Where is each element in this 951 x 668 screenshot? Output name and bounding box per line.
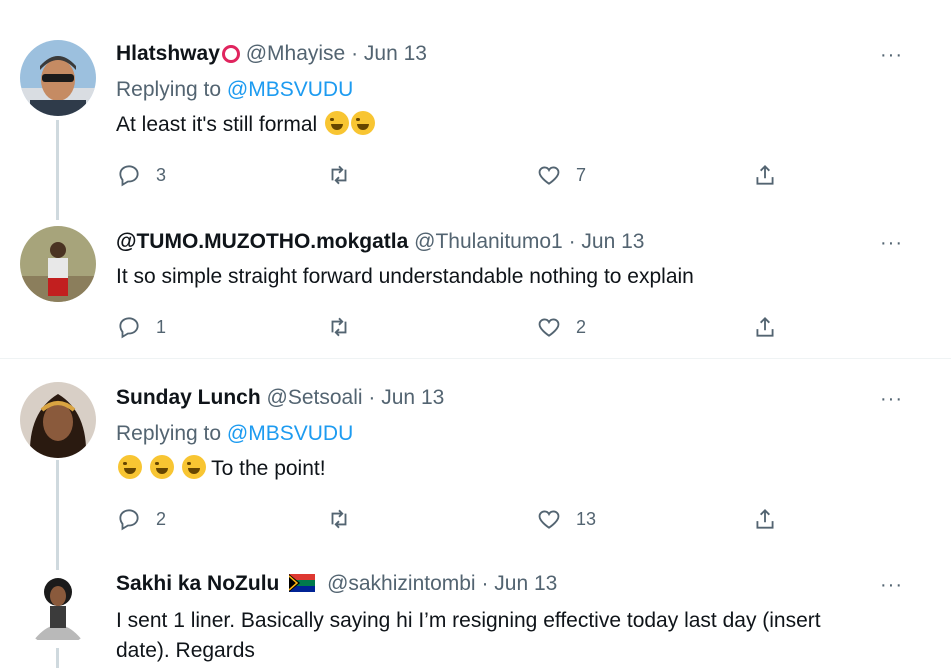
tweet-date[interactable]: Jun 13 (381, 386, 444, 409)
tweet-date[interactable]: Jun 13 (494, 572, 557, 595)
retweet-button[interactable] (326, 506, 352, 532)
rofl-emoji-icon (351, 111, 376, 135)
rofl-emoji-icon (118, 455, 142, 479)
retweet-button[interactable] (326, 162, 352, 188)
tweet-header: Hlatshway @Mhayise · Jun 13 (116, 42, 427, 66)
display-name[interactable]: Hlatshway (116, 42, 220, 65)
tweet-text-content: At least it's still formal (116, 113, 318, 136)
user-handle[interactable]: @sakhizintombi (327, 572, 476, 595)
user-handle[interactable]: @Setsoali (267, 386, 363, 409)
tweet-header: @TUMO.MUZOTHO.mokgatla @Thulanitumo1 · J… (116, 230, 644, 254)
separator-dot: · (481, 572, 489, 595)
retweet-icon (331, 165, 347, 185)
like-button[interactable]: 13 (536, 506, 596, 532)
share-button[interactable] (752, 506, 778, 532)
action-bar: 3 7 (116, 162, 816, 192)
share-icon (756, 317, 774, 337)
heart-icon (538, 318, 560, 337)
retweet-button[interactable] (326, 314, 352, 340)
share-button[interactable] (752, 162, 778, 188)
tweet-text-line: date). Regards (116, 639, 255, 662)
more-options-icon[interactable]: ··· (880, 574, 903, 597)
joy-emoji-icon (325, 111, 350, 135)
share-button[interactable] (752, 314, 778, 340)
heart-icon (538, 166, 560, 185)
mention-link[interactable]: @MBSVUDU (227, 78, 353, 101)
tweet-text: To the point! (116, 454, 916, 484)
tweet-text-line: I sent 1 liner. Basically saying hi I’m … (116, 609, 821, 632)
like-count: 13 (576, 508, 597, 529)
replying-prefix: Replying to (116, 422, 222, 445)
mention-link[interactable]: @MBSVUDU (227, 422, 353, 445)
replying-prefix: Replying to (116, 78, 222, 101)
circle-icon (221, 45, 240, 63)
display-name[interactable]: Sunday Lunch (116, 386, 261, 409)
more-options-icon[interactable]: ··· (880, 44, 903, 67)
avatar[interactable] (20, 570, 96, 646)
reply-button[interactable]: 3 (116, 162, 166, 188)
display-name[interactable]: @TUMO.MUZOTHO.mokgatla (116, 230, 408, 253)
avatar[interactable] (20, 226, 96, 302)
share-icon (756, 165, 774, 185)
more-options-icon[interactable]: ··· (880, 232, 903, 255)
tweet: Sunday Lunch @Setsoali · Jun 13 ··· Repl… (0, 358, 951, 558)
tweet-date[interactable]: Jun 13 (364, 42, 427, 65)
share-icon (756, 509, 774, 529)
replying-to: Replying to @MBSVUDU (116, 422, 353, 446)
tweet: Sakhi ka NoZulu @sakhizintombi · Jun 13 … (0, 558, 951, 668)
tweet: Hlatshway @Mhayise · Jun 13 ··· Replying… (0, 0, 951, 210)
action-bar: 2 13 (116, 506, 816, 536)
reply-icon (119, 317, 139, 339)
rofl-emoji-icon (181, 455, 206, 479)
like-count: 7 (576, 164, 587, 185)
like-count: 2 (576, 316, 587, 337)
tweet-text: It so simple straight forward understand… (116, 265, 694, 288)
south-africa-flag-icon (289, 574, 316, 592)
tweet-header: Sunday Lunch @Setsoali · Jun 13 (116, 386, 444, 410)
like-button[interactable]: 7 (536, 162, 586, 188)
reply-button[interactable]: 1 (116, 314, 166, 340)
tweet-date[interactable]: Jun 13 (581, 230, 644, 253)
separator-dot: · (568, 230, 576, 253)
reply-icon (119, 165, 139, 187)
separator-dot: · (351, 42, 359, 65)
avatar[interactable] (20, 382, 96, 458)
retweet-icon (331, 509, 347, 529)
reply-count: 2 (156, 508, 167, 529)
rofl-emoji-icon (149, 455, 174, 479)
tweet-text-content: To the point! (211, 457, 326, 480)
user-handle[interactable]: @Mhayise (246, 42, 346, 65)
reply-icon (119, 509, 139, 531)
heart-icon (538, 510, 560, 529)
retweet-icon (331, 317, 347, 337)
reply-count: 3 (156, 164, 167, 185)
like-button[interactable]: 2 (536, 314, 586, 340)
replying-to: Replying to @MBSVUDU (116, 78, 353, 102)
display-name[interactable]: Sakhi ka NoZulu (116, 572, 279, 595)
tweet: @TUMO.MUZOTHO.mokgatla @Thulanitumo1 · J… (0, 210, 951, 358)
tweet-text: At least it's still formal (116, 110, 916, 140)
reply-button[interactable]: 2 (116, 506, 166, 532)
separator-dot: · (368, 386, 376, 409)
tweet-text: I sent 1 liner. Basically saying hi I’m … (116, 606, 916, 666)
avatar[interactable] (20, 40, 96, 116)
tweet-header: Sakhi ka NoZulu @sakhizintombi · Jun 13 (116, 572, 557, 596)
action-bar: 1 2 (116, 314, 816, 344)
reply-count: 1 (156, 316, 167, 337)
more-options-icon[interactable]: ··· (880, 388, 903, 411)
user-handle[interactable]: @Thulanitumo1 (414, 230, 563, 253)
